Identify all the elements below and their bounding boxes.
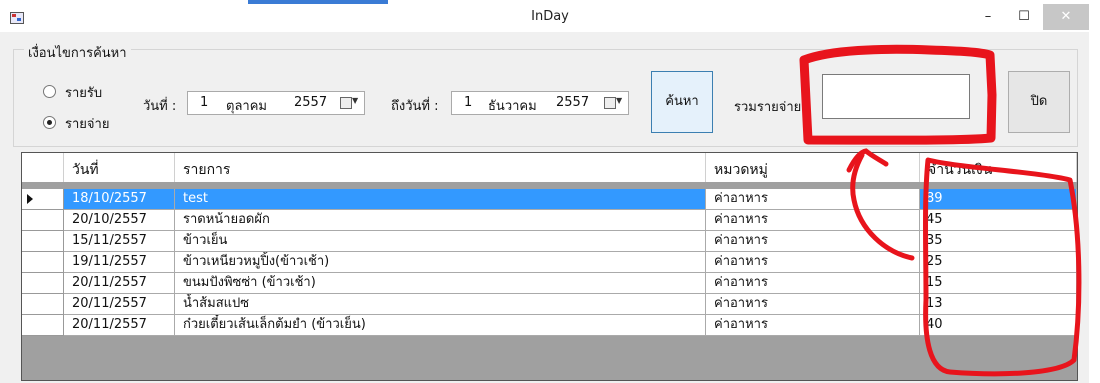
- header-corner: [22, 153, 64, 182]
- current-row-icon: [27, 194, 33, 204]
- cell-amount[interactable]: 35: [920, 231, 1077, 252]
- cell-amount[interactable]: 45: [920, 210, 1077, 231]
- cell-amount[interactable]: 89: [920, 189, 1077, 210]
- from-date-month: ตุลาคม: [226, 99, 267, 114]
- cell-date[interactable]: 19/11/2557: [64, 252, 175, 273]
- grid-header: วันที่ รายการ หมวดหมู่ จำนวนเงิน: [22, 153, 1077, 182]
- expense-radio-label: รายจ่าย: [65, 117, 110, 132]
- minimize-button[interactable]: –: [970, 4, 1006, 30]
- to-date-year: 2557: [556, 95, 590, 110]
- column-header-date[interactable]: วันที่: [64, 153, 175, 182]
- table-row[interactable]: 18/10/2557 test ค่าอาหาร 89: [22, 189, 1077, 210]
- cell-date[interactable]: 20/11/2557: [64, 294, 175, 315]
- from-date-label: วันที่ :: [143, 99, 177, 114]
- total-expense-label: รวมรายจ่าย: [734, 100, 802, 115]
- income-radio-label: รายรับ: [65, 86, 103, 101]
- cell-date[interactable]: 18/10/2557: [64, 189, 175, 210]
- to-date-month: ธันวาคม: [488, 99, 537, 114]
- cell-date[interactable]: 20/10/2557: [64, 210, 175, 231]
- cell-item[interactable]: ขนมปังพิซซ่า (ข้าวเช้า): [175, 273, 706, 294]
- cell-item[interactable]: ข้าวเย็น: [175, 231, 706, 252]
- calendar-icon[interactable]: [340, 97, 352, 109]
- cell-amount[interactable]: 25: [920, 252, 1077, 273]
- row-header[interactable]: [22, 315, 64, 336]
- cell-item[interactable]: ข้าวเหนียวหมูปิ้ง(ข้าวเช้า): [175, 252, 706, 273]
- table-row[interactable]: 20/11/2557 น้ำส้มสแปซ ค่าอาหาร 13: [22, 294, 1077, 315]
- row-header[interactable]: [22, 273, 64, 294]
- income-radio-indicator[interactable]: [43, 85, 56, 98]
- window-title: InDay: [531, 9, 569, 24]
- close-button[interactable]: ปิด: [1008, 71, 1070, 133]
- cell-category[interactable]: ค่าอาหาร: [706, 294, 920, 315]
- title-bar[interactable]: InDay – ☐ ✕: [0, 4, 1100, 32]
- cell-amount[interactable]: 40: [920, 315, 1077, 336]
- column-header-item[interactable]: รายการ: [175, 153, 706, 182]
- column-header-category[interactable]: หมวดหมู่: [706, 153, 920, 182]
- expense-grid[interactable]: วันที่ รายการ หมวดหมู่ จำนวนเงิน 18/10/2…: [21, 152, 1078, 381]
- table-row[interactable]: 20/10/2557 ราดหน้ายอดผัก ค่าอาหาร 45: [22, 210, 1077, 231]
- cell-item[interactable]: น้ำส้มสแปซ: [175, 294, 706, 315]
- table-row[interactable]: 15/11/2557 ข้าวเย็น ค่าอาหาร 35: [22, 231, 1077, 252]
- row-header[interactable]: [22, 210, 64, 231]
- cell-item[interactable]: test: [175, 189, 706, 210]
- cell-category[interactable]: ค่าอาหาร: [706, 273, 920, 294]
- from-date-picker[interactable]: 1 ตุลาคม 2557 ▼: [187, 91, 365, 115]
- total-expense-field[interactable]: [822, 74, 970, 119]
- cell-category[interactable]: ค่าอาหาร: [706, 231, 920, 252]
- to-date-day: 1: [464, 95, 473, 110]
- expense-radio[interactable]: รายจ่าย: [43, 113, 109, 134]
- cell-date[interactable]: 20/11/2557: [64, 315, 175, 336]
- from-date-day: 1: [200, 95, 209, 110]
- from-date-year: 2557: [294, 95, 328, 110]
- to-date-picker[interactable]: 1 ธันวาคม 2557 ▼: [451, 91, 629, 115]
- cell-date[interactable]: 15/11/2557: [64, 231, 175, 252]
- chevron-down-icon[interactable]: ▼: [616, 96, 622, 105]
- row-header[interactable]: [22, 252, 64, 273]
- search-button[interactable]: ค้นหา: [651, 71, 713, 133]
- table-row[interactable]: 20/11/2557 ขนมปังพิซซ่า (ข้าวเช้า) ค่าอา…: [22, 273, 1077, 294]
- row-header[interactable]: [22, 294, 64, 315]
- search-group-title: เงื่อนไขการค้นหา: [24, 42, 131, 63]
- table-row[interactable]: 20/11/2557 ก๋วยเตี๋ยวเส้นเล็กต้มยำ (ข้าว…: [22, 315, 1077, 336]
- cell-amount[interactable]: 13: [920, 294, 1077, 315]
- maximize-button[interactable]: ☐: [1006, 4, 1042, 30]
- to-date-label: ถึงวันที่ :: [391, 99, 439, 114]
- cell-amount[interactable]: 15: [920, 273, 1077, 294]
- income-radio[interactable]: รายรับ: [43, 82, 102, 103]
- cell-category[interactable]: ค่าอาหาร: [706, 210, 920, 231]
- window-edge: [1089, 4, 1100, 383]
- calendar-icon[interactable]: [604, 97, 616, 109]
- cell-category[interactable]: ค่าอาหาร: [706, 189, 920, 210]
- close-window-button[interactable]: ✕: [1043, 4, 1089, 30]
- cell-category[interactable]: ค่าอาหาร: [706, 252, 920, 273]
- cell-date[interactable]: 20/11/2557: [64, 273, 175, 294]
- chevron-down-icon[interactable]: ▼: [352, 96, 358, 105]
- cell-category[interactable]: ค่าอาหาร: [706, 315, 920, 336]
- cell-item[interactable]: ก๋วยเตี๋ยวเส้นเล็กต้มยำ (ข้าวเย็น): [175, 315, 706, 336]
- row-header[interactable]: [22, 189, 64, 210]
- column-header-amount[interactable]: จำนวนเงิน: [920, 153, 1077, 182]
- row-header[interactable]: [22, 231, 64, 252]
- cell-item[interactable]: ราดหน้ายอดผัก: [175, 210, 706, 231]
- table-row[interactable]: 19/11/2557 ข้าวเหนียวหมูปิ้ง(ข้าวเช้า) ค…: [22, 252, 1077, 273]
- expense-radio-indicator[interactable]: [43, 116, 56, 129]
